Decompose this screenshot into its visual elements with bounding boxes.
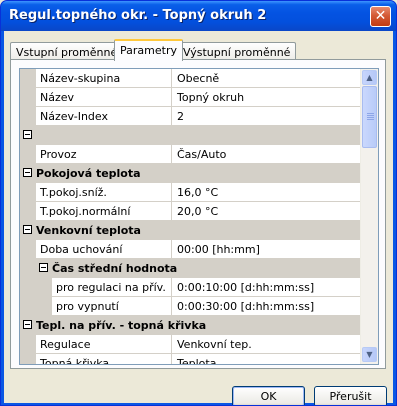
grid-category-row[interactable] bbox=[20, 126, 362, 145]
collapse-icon[interactable] bbox=[23, 130, 32, 139]
scroll-down-icon[interactable]: ▼ bbox=[362, 347, 377, 362]
row-gutter bbox=[20, 88, 36, 106]
grid-property-row[interactable]: T.pokoj.sníž. 16,0 °C bbox=[20, 183, 362, 202]
grid-property-row[interactable]: pro regulaci na přív. 0:00:10:00 [d:hh:mm… bbox=[20, 278, 362, 297]
category-label: Venkovní teplota bbox=[36, 224, 141, 237]
collapse-icon[interactable] bbox=[23, 225, 32, 234]
dialog-client-area: Vstupní proměnné Parametry Výstupní prom… bbox=[4, 31, 393, 405]
collapse-icon[interactable] bbox=[23, 320, 32, 329]
tab-panel-parameters: Název-skupina Obecně Název Topný okruh Název… bbox=[10, 59, 386, 369]
grid-property-row[interactable]: Topná křivka Teplota bbox=[20, 354, 362, 364]
property-value[interactable]: Obecně bbox=[172, 69, 362, 90]
grid-subcategory-row[interactable]: Čas střední hodnota bbox=[20, 259, 362, 278]
grid-category-row[interactable]: Tepl. na přív. - topná křivka bbox=[20, 316, 362, 335]
row-gutter bbox=[20, 354, 36, 364]
tab-parameters[interactable]: Parametry bbox=[114, 39, 183, 61]
row-gutter bbox=[20, 335, 36, 353]
row-gutter bbox=[20, 145, 36, 163]
property-name: pro regulaci na přív. bbox=[52, 278, 172, 296]
scrollbar-thumb[interactable] bbox=[362, 86, 377, 148]
property-name: Název-Index bbox=[36, 107, 172, 125]
property-name: Regulace bbox=[36, 335, 172, 353]
property-value[interactable]: 0:00:10:00 [d:hh:mm:ss] bbox=[172, 278, 362, 299]
property-grid: Název-skupina Obecně Název Topný okruh Název… bbox=[19, 68, 379, 365]
category-label: Pokojová teplota bbox=[36, 167, 141, 180]
grid-property-row[interactable]: T.pokoj.normální 20,0 °C bbox=[20, 202, 362, 221]
grid-category-row[interactable]: Pokojová teplota bbox=[20, 164, 362, 183]
row-gutter bbox=[20, 202, 36, 220]
row-gutter bbox=[20, 240, 36, 258]
collapse-icon[interactable] bbox=[39, 263, 48, 272]
row-gutter bbox=[20, 278, 36, 296]
row-gutter-nested bbox=[36, 278, 52, 296]
row-gutter bbox=[20, 107, 36, 125]
title-bar[interactable]: Regul.topného okr. - Topný okruh 2 ✕ bbox=[1, 1, 396, 31]
scroll-up-icon[interactable]: ▲ bbox=[362, 70, 377, 85]
vertical-scrollbar[interactable]: ▲ ▼ bbox=[360, 69, 378, 364]
grid-category-row[interactable]: Venkovní teplota bbox=[20, 221, 362, 240]
window-title: Regul.topného okr. - Topný okruh 2 bbox=[9, 8, 267, 23]
property-name: Topná křivka bbox=[36, 354, 172, 364]
cancel-button[interactable]: Přerušit bbox=[314, 386, 387, 405]
category-label: Čas střední hodnota bbox=[52, 262, 178, 275]
category-label: Tepl. na přív. - topná křivka bbox=[36, 319, 207, 332]
property-value[interactable]: Čas/Auto bbox=[172, 145, 362, 166]
grid-property-row[interactable]: Doba uchování 00:00 [hh:mm] bbox=[20, 240, 362, 259]
property-value[interactable]: Topný okruh bbox=[172, 88, 362, 109]
property-name: T.pokoj.sníž. bbox=[36, 183, 172, 201]
row-gutter bbox=[20, 183, 36, 201]
collapse-icon[interactable] bbox=[23, 168, 32, 177]
grid-property-row[interactable]: Regulace Venkovní tep. bbox=[20, 335, 362, 354]
dialog-window: Regul.topného okr. - Topný okruh 2 ✕ Vst… bbox=[0, 0, 397, 406]
property-value[interactable]: 2 bbox=[172, 107, 362, 128]
grid-property-row[interactable]: pro vypnutí 0:00:30:00 [d:hh:mm:ss] bbox=[20, 297, 362, 316]
grid-property-row[interactable]: Název-Index 2 bbox=[20, 107, 362, 126]
property-name: Název-skupina bbox=[36, 69, 172, 87]
ok-button[interactable]: OK bbox=[232, 386, 305, 405]
property-value[interactable]: 16,0 °C bbox=[172, 183, 362, 204]
row-gutter bbox=[20, 297, 36, 315]
property-value[interactable]: 00:00 [hh:mm] bbox=[172, 240, 362, 261]
property-name: Název bbox=[36, 88, 172, 106]
property-name: Doba uchování bbox=[36, 240, 172, 258]
grid-property-row[interactable]: Název Topný okruh bbox=[20, 88, 362, 107]
property-grid-rows: Název-skupina Obecně Název Topný okruh Název… bbox=[20, 69, 362, 364]
property-value[interactable]: Teplota bbox=[172, 354, 362, 364]
property-name: Provoz bbox=[36, 145, 172, 163]
row-gutter-nested bbox=[36, 297, 52, 315]
row-gutter bbox=[20, 69, 36, 87]
grid-property-row[interactable]: Provoz Čas/Auto bbox=[20, 145, 362, 164]
property-name: pro vypnutí bbox=[52, 297, 172, 315]
grid-property-row[interactable]: Název-skupina Obecně bbox=[20, 69, 362, 88]
row-gutter bbox=[20, 259, 36, 277]
property-value[interactable]: 20,0 °C bbox=[172, 202, 362, 223]
property-name: T.pokoj.normální bbox=[36, 202, 172, 220]
property-value[interactable]: 0:00:30:00 [d:hh:mm:ss] bbox=[172, 297, 362, 318]
property-value[interactable]: Venkovní tep. bbox=[172, 335, 362, 356]
close-icon[interactable]: ✕ bbox=[370, 6, 391, 27]
